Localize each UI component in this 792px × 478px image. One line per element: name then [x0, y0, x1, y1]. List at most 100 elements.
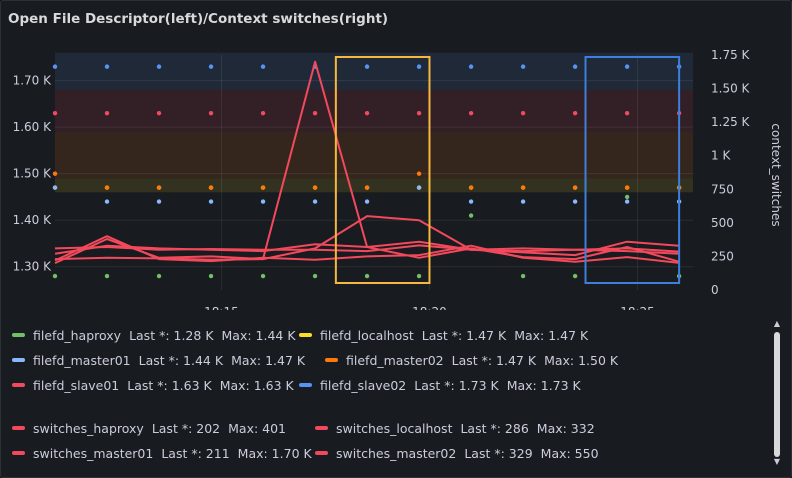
legend-max-value: Max: 401	[228, 420, 287, 436]
data-point-filefd_master01	[208, 199, 214, 204]
legend-item-switches_master02[interactable]: switches_master02 Last *: 329 Max: 550	[315, 446, 607, 461]
legend-last-value: Last *: 1.44 K	[138, 352, 224, 368]
data-point-filefd_slave02	[364, 64, 370, 69]
data-point-filefd_slave02	[572, 64, 578, 69]
data-point-filefd_master02	[572, 185, 578, 190]
data-point-filefd_master01	[416, 185, 422, 190]
data-point-filefd_slave02	[52, 64, 58, 69]
legend-max-value: Max: 1.63 K	[219, 377, 294, 393]
y-right-tick-label: 500	[711, 216, 734, 230]
x-tick-label: 18:20	[412, 305, 447, 310]
data-point-filefd_master01	[364, 199, 370, 204]
scrollbar-thumb[interactable]	[774, 332, 780, 457]
legend-item-filefd_slave02[interactable]: filefd_slave02 Last *: 1.73 K Max: 1.73 K	[299, 378, 589, 393]
legend-last-value: Last *: 329	[464, 445, 533, 461]
legend-max-value: Max: 550	[540, 445, 599, 461]
scroll-down-arrow-icon[interactable]: ▼	[772, 458, 782, 466]
data-point-filefd_master02	[104, 185, 110, 190]
y-left-tick-label: 1.60 K	[13, 120, 53, 134]
scroll-up-arrow-icon[interactable]: ▲	[772, 320, 782, 328]
data-point-filefd_haproxy	[468, 213, 474, 218]
legend-row: filefd_slave01 Last *: 1.63 K Max: 1.63 Kf…	[12, 376, 762, 394]
data-point-filefd_slave02	[260, 64, 266, 69]
y-right-tick-label: 750	[711, 182, 734, 196]
legend-last-value: Last *: 286	[460, 420, 529, 436]
data-point-filefd_slave01	[572, 110, 578, 116]
legend-item-switches_haproxy[interactable]: switches_haproxy Last *: 202 Max: 401	[12, 421, 294, 436]
data-point-filefd_slave01	[364, 110, 370, 116]
legend-item-filefd_slave01[interactable]: filefd_slave01 Last *: 1.63 K Max: 1.63 K	[12, 378, 302, 393]
data-point-filefd_haproxy	[156, 273, 162, 279]
legend-swatch	[12, 451, 25, 455]
legend-last-value: Last *: 202	[151, 420, 221, 436]
legend-swatch	[299, 333, 312, 337]
legend-swatch	[315, 451, 328, 455]
legend-series-name: filefd_master01	[33, 352, 131, 368]
data-point-filefd_slave01	[156, 110, 162, 116]
legend-scrollbar[interactable]: ▲ ▼	[772, 320, 782, 468]
data-point-filefd_master01	[260, 199, 266, 204]
data-point-filefd_slave01	[624, 110, 630, 116]
legend-item-switches_localhost[interactable]: switches_localhost Last *: 286 Max: 332	[315, 421, 603, 436]
y-right-tick-label: 1.25 K	[711, 115, 751, 129]
data-point-filefd_slave02	[104, 64, 110, 69]
data-point-filefd_slave02	[520, 64, 526, 69]
data-point-filefd_slave01	[104, 110, 110, 116]
data-point-filefd_haproxy	[624, 194, 630, 200]
legend-max-value: Max: 1.70 K	[237, 445, 312, 461]
legend-swatch	[325, 358, 338, 362]
legend-max-value: Max: 1.44 K	[221, 327, 296, 343]
data-point-filefd_slave01	[520, 110, 526, 116]
data-point-filefd_haproxy	[520, 273, 526, 279]
chart-plot[interactable]: 1.30 K 1.40 K 1.50 K 1.60 K 1.70 K 0 250 500 750…	[0, 0, 792, 310]
legend-item-switches_master01[interactable]: switches_master01 Last *: 211 Max: 1.70 K	[12, 446, 320, 461]
data-point-filefd_master01	[312, 199, 318, 204]
threshold-band	[55, 89, 693, 132]
legend-last-value: Last *: 1.47 K	[451, 352, 537, 368]
legend-max-value: Max: 1.73 K	[506, 377, 581, 393]
x-tick-label: 18:15	[204, 305, 239, 310]
y-right-tick-label: 1.50 K	[711, 82, 751, 96]
legend-swatch	[12, 358, 25, 362]
data-point-filefd_haproxy	[364, 273, 370, 279]
legend-item-filefd_localhost[interactable]: filefd_localhost Last *: 1.47 K Max: 1.47 …	[299, 328, 596, 343]
data-point-filefd_slave01	[260, 110, 266, 116]
legend-last-value: Last *: 1.28 K	[129, 327, 214, 343]
y-left-tick-label: 1.40 K	[13, 213, 53, 227]
legend-series-name: filefd_localhost	[320, 327, 414, 343]
legend-item-filefd_master01[interactable]: filefd_master01 Last *: 1.44 K Max: 1.47 K	[12, 353, 313, 368]
y-left-tick-label: 1.50 K	[13, 167, 53, 181]
data-point-filefd_master02	[624, 185, 630, 190]
data-point-filefd_haproxy	[312, 273, 318, 279]
legend-series-name: filefd_slave01	[33, 377, 120, 393]
legend-max-value: Max: 1.47 K	[514, 327, 589, 343]
legend-item-filefd_master02[interactable]: filefd_master02 Last *: 1.47 K Max: 1.50 K	[325, 353, 626, 368]
legend-swatch	[315, 426, 328, 430]
data-point-filefd_master02	[208, 185, 214, 190]
legend-series-name: switches_haproxy	[33, 420, 144, 436]
data-point-filefd_slave02	[416, 64, 422, 69]
data-point-filefd_master01	[468, 199, 474, 204]
legend-series-name: filefd_master02	[346, 352, 444, 368]
legend-row: filefd_haproxy Last *: 1.28 K Max: 1.44 Kf…	[12, 326, 762, 344]
legend-max-value: Max: 1.50 K	[544, 352, 619, 368]
legend-swatch	[12, 383, 25, 387]
data-point-filefd_master02	[52, 171, 58, 176]
legend-row: filefd_master01 Last *: 1.44 K Max: 1.47 K…	[12, 351, 762, 369]
data-point-filefd_slave01	[52, 110, 58, 116]
legend-swatch	[299, 383, 312, 387]
legend-item-filefd_haproxy[interactable]: filefd_haproxy Last *: 1.28 K Max: 1.44 K	[12, 328, 304, 343]
legend-last-value: Last *: 1.63 K	[127, 377, 212, 393]
data-point-filefd_slave02	[208, 64, 214, 69]
data-point-filefd_master01	[624, 199, 630, 204]
legend-series-name: switches_localhost	[336, 420, 453, 436]
legend-series-name: switches_master01	[33, 445, 154, 461]
data-point-filefd_master01	[520, 199, 526, 204]
data-point-filefd_master02	[312, 185, 318, 190]
legend-series-name: filefd_haproxy	[33, 327, 122, 343]
legend-swatch	[12, 426, 25, 430]
data-point-filefd_master01	[572, 199, 578, 204]
data-point-filefd_haproxy	[572, 273, 578, 279]
legend-last-value: Last *: 1.73 K	[414, 377, 499, 393]
data-point-filefd_haproxy	[52, 273, 58, 279]
